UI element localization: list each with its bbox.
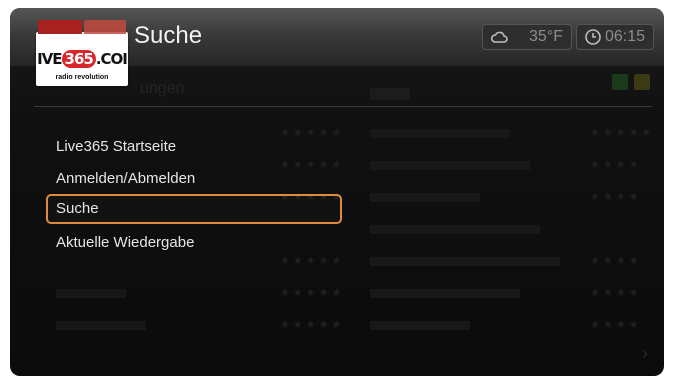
background-row-text (56, 321, 146, 330)
temperature-value: 35°F (529, 28, 563, 45)
rating-stars: ★★★★ (590, 319, 642, 331)
divider (34, 106, 652, 107)
weather-indicator: 35°F (482, 24, 572, 50)
logo-tagline: radio revolution (55, 74, 109, 81)
menu-item-suche[interactable]: Suche (46, 194, 342, 224)
live365-logo: IVE 365 .COI radio revolution (36, 20, 132, 92)
background-green-button (612, 74, 628, 90)
menu-item-live365-startseite[interactable]: Live365 Startseite (46, 132, 342, 162)
background-heading-right (370, 88, 410, 100)
background-row-text (370, 129, 510, 138)
clock-indicator: 06:15 (576, 24, 654, 50)
tv-screen: ungen ★★★★★ ★★★★★ ★★★★★ ★★★★★ ★★★★★ ★★★★… (10, 8, 664, 376)
background-row-text (370, 161, 530, 170)
menu-item-anmelden-abmelden[interactable]: Anmelden/Abmelden (46, 164, 342, 194)
time-value: 06:15 (604, 28, 645, 45)
page-title: Suche (134, 22, 203, 49)
background-row-text (56, 289, 126, 298)
rating-stars: ★★★★ (590, 191, 642, 203)
background-row-text (370, 321, 470, 330)
rating-stars: ★★★★★ (590, 127, 655, 139)
background-heading: ungen (140, 80, 185, 97)
chevron-right-icon: › (642, 343, 648, 363)
background-row-text (370, 289, 520, 298)
logo-wordmark: IVE 365 .COI (37, 50, 128, 68)
logo-badge: IVE 365 .COI radio revolution (36, 32, 128, 86)
background-row-text (370, 225, 540, 234)
logo-red-tab-2 (84, 20, 126, 34)
rating-stars: ★★★★★ (280, 287, 345, 299)
menu-item-aktuelle-wiedergabe[interactable]: Aktuelle Wiedergabe (46, 228, 342, 258)
rating-stars: ★★★★ (590, 255, 642, 267)
cloud-icon (490, 31, 508, 43)
rating-stars: ★★★★ (590, 287, 642, 299)
background-row-text (370, 193, 480, 202)
background-row-text (370, 257, 560, 266)
clock-icon (585, 29, 601, 45)
rating-stars: ★★★★★ (280, 319, 345, 331)
background-yellow-button (634, 74, 650, 90)
rating-stars: ★★★★ (590, 159, 642, 171)
logo-red-tab (38, 20, 82, 34)
